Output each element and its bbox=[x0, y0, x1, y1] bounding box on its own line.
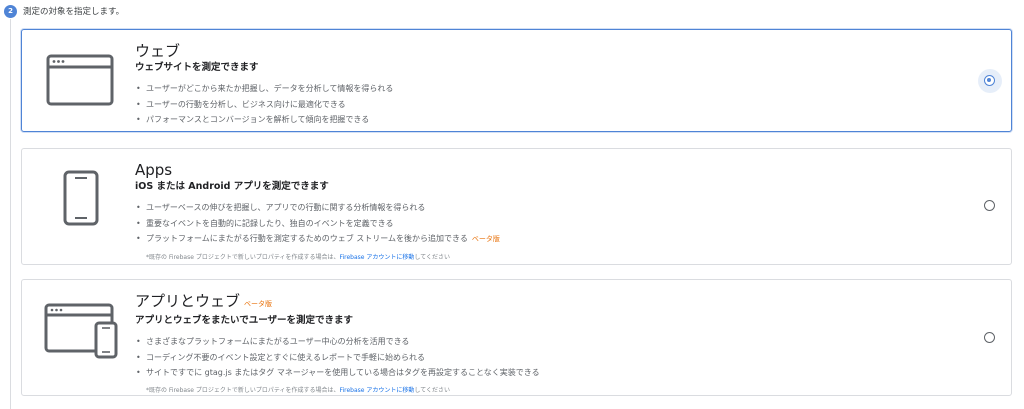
radio-web[interactable] bbox=[984, 75, 995, 86]
beta-badge: ベータ版 bbox=[244, 300, 273, 308]
feature-list: ユーザーがどこから来たか把握し、データを分析して情報を得られる ユーザーの行動を… bbox=[135, 81, 393, 128]
note-end: してください bbox=[414, 253, 451, 261]
option-subtitle: iOS または Android アプリを測定できます bbox=[135, 181, 329, 192]
feature-list: さまざまなプラットフォームにまたがるユーザー中心の分析を活用できる コーディング… bbox=[135, 334, 540, 381]
feature-item: コーディング不要のイベント設定とすぐに使えるレポートで手軽に始められる bbox=[135, 350, 540, 366]
option-title: アプリとウェブ ベータ版 bbox=[135, 292, 540, 313]
option-card-app-and-web[interactable]: アプリとウェブベータ版 アプリとウェブをまたいでユーザーを測定できます さまざま… bbox=[21, 279, 1012, 396]
note-end: してください bbox=[414, 386, 451, 394]
option-card-apps[interactable]: Apps iOS または Android アプリを測定できます ユーザーベースの… bbox=[21, 148, 1012, 265]
feature-list: ユーザーベースの伸びを把握し、アプリでの行動に関する分析情報を得られる 重要なイ… bbox=[135, 200, 500, 248]
note-text: *既存の Firebase プロジェクトで新しいプロパティを作成する場合は、 bbox=[146, 253, 340, 261]
radio-app-and-web[interactable] bbox=[984, 332, 995, 343]
feature-item: ユーザーの行動を分析し、ビジネス向けに最適化できる bbox=[135, 97, 393, 113]
option-title-text: アプリとウェブ bbox=[135, 292, 241, 310]
firebase-note: *既存の Firebase プロジェクトで新しいプロパティを作成する場合は、Fi… bbox=[146, 252, 500, 261]
feature-text: プラットフォームにまたがる行動を測定するためのウェブ ストリームを後から追加でき… bbox=[146, 234, 468, 243]
feature-item: さまざまなプラットフォームにまたがるユーザー中心の分析を活用できる bbox=[135, 334, 540, 350]
feature-item: プラットフォームにまたがる行動を測定するためのウェブ ストリームを後から追加でき… bbox=[135, 231, 500, 248]
beta-badge: ベータ版 bbox=[471, 235, 500, 243]
firebase-account-link[interactable]: Firebase アカウントに移動 bbox=[339, 254, 414, 261]
option-subtitle: ウェブサイトを測定できます bbox=[135, 62, 259, 73]
firebase-account-link[interactable]: Firebase アカウントに移動 bbox=[339, 387, 414, 394]
feature-item: ユーザーベースの伸びを把握し、アプリでの行動に関する分析情報を得られる bbox=[135, 200, 500, 216]
app-and-web-icon bbox=[44, 303, 120, 363]
step-title: 測定の対象を指定します。 bbox=[23, 7, 125, 17]
note-text: *既存の Firebase プロジェクトで新しいプロパティを作成する場合は、 bbox=[146, 386, 340, 394]
step-number-badge: 2 bbox=[4, 4, 17, 18]
step-connector-line bbox=[10, 19, 11, 409]
option-subtitle: アプリとウェブをまたいでユーザーを測定できます bbox=[135, 315, 354, 326]
smartphone-icon bbox=[63, 170, 99, 230]
step-header: 2 測定の対象を指定します。 bbox=[4, 3, 124, 19]
feature-item: ユーザーがどこから来たか把握し、データを分析して情報を得られる bbox=[135, 81, 393, 97]
option-card-web[interactable]: ウェブ ウェブサイトを測定できます ユーザーがどこから来たか把握し、データを分析… bbox=[21, 29, 1012, 132]
option-title: ウェブ bbox=[135, 42, 181, 60]
firebase-note: *既存の Firebase プロジェクトで新しいプロパティを作成する場合は、Fi… bbox=[146, 385, 540, 394]
option-title: Apps bbox=[135, 161, 173, 179]
feature-item: 重要なイベントを自動的に記録したり、独自のイベントを定義できる bbox=[135, 216, 500, 232]
radio-apps[interactable] bbox=[984, 200, 995, 211]
feature-item: サイトですでに gtag.js またはタグ マネージャーを使用している場合はタグ… bbox=[135, 365, 540, 381]
feature-item: パフォーマンスとコンバージョンを解析して傾向を把握できる bbox=[135, 112, 393, 128]
browser-window-icon bbox=[46, 54, 114, 110]
